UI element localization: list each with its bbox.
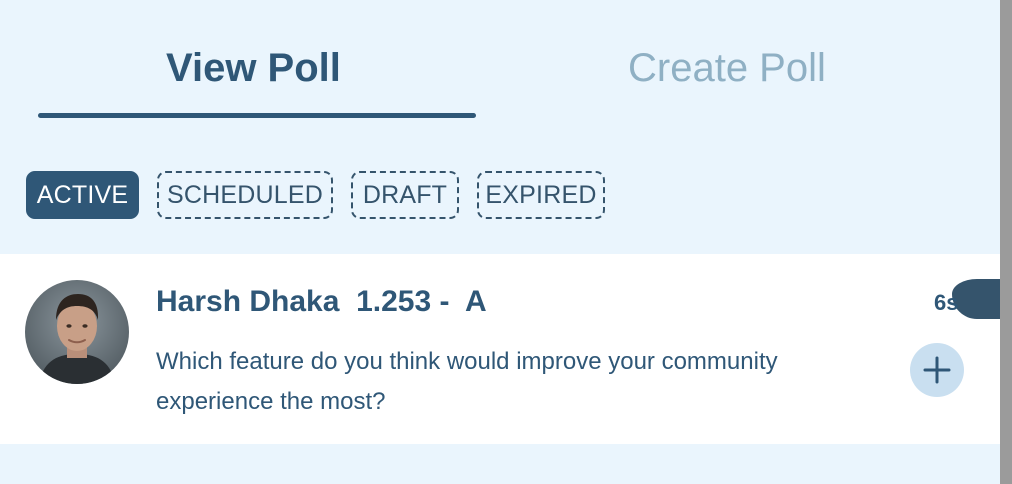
poll-status-filters: ACTIVE SCHEDULED DRAFT EXPIRED bbox=[26, 171, 605, 219]
filter-scheduled-chip[interactable]: SCHEDULED bbox=[157, 171, 333, 219]
tab-view-poll[interactable]: View Poll bbox=[166, 44, 341, 92]
poll-card[interactable]: Harsh Dhaka 1.253 - A Which feature do y… bbox=[0, 254, 1012, 444]
filter-expired-chip[interactable]: EXPIRED bbox=[477, 171, 605, 219]
filter-active-chip[interactable]: ACTIVE bbox=[26, 171, 139, 219]
poll-tabs: View Poll Create Poll bbox=[0, 0, 1000, 120]
active-tab-indicator bbox=[38, 113, 476, 118]
plus-icon bbox=[923, 356, 951, 384]
poll-author-title: Harsh Dhaka 1.253 - A bbox=[156, 285, 487, 318]
poll-time: 6s bbox=[934, 290, 959, 315]
poll-question: Which feature do you think would improve… bbox=[156, 348, 778, 415]
filter-draft-chip[interactable]: DRAFT bbox=[351, 171, 459, 219]
tab-create-poll[interactable]: Create Poll bbox=[628, 44, 826, 92]
scrollbar[interactable] bbox=[1000, 0, 1012, 484]
add-button[interactable] bbox=[910, 343, 964, 397]
user-avatar bbox=[25, 280, 129, 384]
